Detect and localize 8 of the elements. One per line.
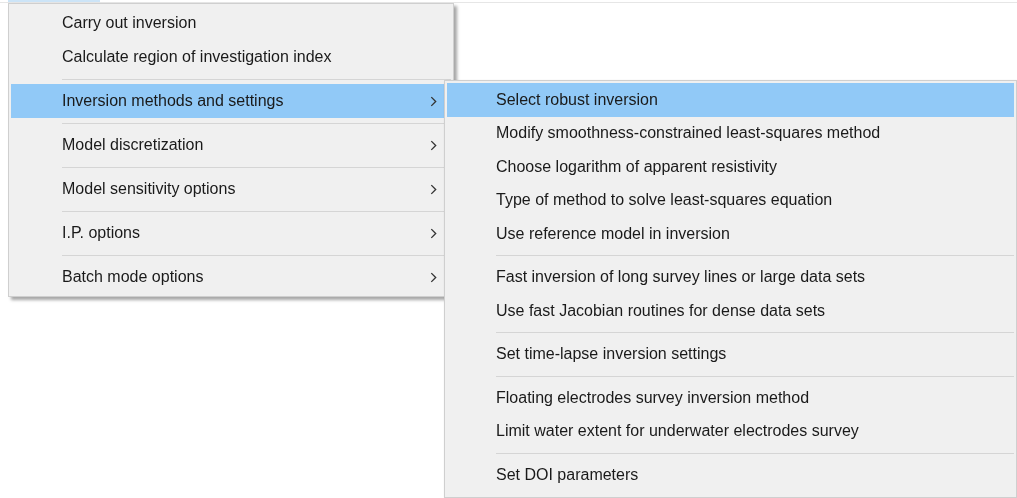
menu-item[interactable]: Calculate region of investigation index <box>11 40 451 74</box>
menu-item[interactable]: Set DOI parameters <box>447 458 1014 492</box>
menu-item[interactable]: Limit water extent for underwater electrodes survey <box>447 414 1014 448</box>
menu-item[interactable]: Set time-lapse inversion settings <box>447 337 1014 371</box>
menu-item[interactable]: Floating electrodes survey inversion method <box>447 381 1014 415</box>
menu-item[interactable]: Use fast Jacobian routines for dense data sets <box>447 294 1014 328</box>
menu-item[interactable]: Select robust inversion <box>447 83 1014 117</box>
menu-item[interactable]: Carry out inversion <box>11 6 451 40</box>
